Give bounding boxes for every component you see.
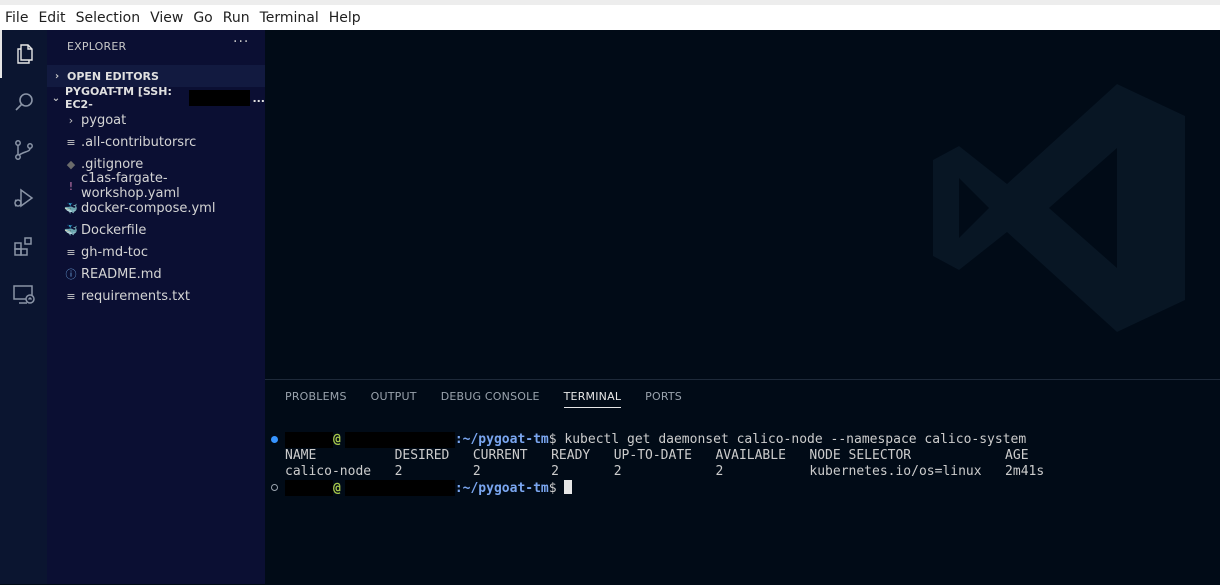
prompt-path: :~/pygoat-tm: [454, 432, 549, 447]
terminal-command-line: @ :~/pygoat-tm$ kubectl get daemonset cal…: [265, 432, 1220, 448]
tree-item-label: gh-md-toc: [81, 244, 148, 260]
tab-ports[interactable]: PORTS: [633, 380, 694, 412]
yaml-icon: !: [68, 179, 74, 193]
tab-problems[interactable]: PROBLEMS: [285, 380, 359, 412]
tree-item-label: README.md: [81, 266, 162, 282]
tree-item[interactable]: ! c1as-fargate-workshop.yaml: [47, 171, 265, 201]
source-control-button[interactable]: [0, 126, 47, 174]
tree-item-label: .all-contributorsrc: [81, 134, 197, 150]
terminal-output-header: NAME DESIRED CURRENT READY UP-TO-DATE AV…: [285, 448, 1029, 463]
menu-selection[interactable]: Selection: [71, 6, 146, 30]
workspace-section[interactable]: ⌄ PYGOAT-TM [SSH: EC2- ...: [47, 85, 265, 111]
bottom-panel: PROBLEMS OUTPUT DEBUG CONSOLE TERMINAL P…: [265, 379, 1220, 585]
run-debug-icon: [13, 188, 33, 208]
explorer-button[interactable]: [0, 30, 47, 78]
more-actions-button[interactable]: ···: [233, 34, 249, 50]
terminal-cursor: [564, 480, 573, 494]
workspace-label: PYGOAT-TM [SSH: EC2-: [64, 85, 172, 111]
git-icon: ◆: [66, 157, 76, 171]
menu-help[interactable]: Help: [324, 6, 366, 30]
tree-item-label: docker-compose.yml: [81, 200, 216, 216]
menu-edit[interactable]: Edit: [33, 6, 70, 30]
files-icon: [16, 44, 33, 64]
info-icon: ⓘ: [65, 268, 77, 281]
command-pending-dot: [271, 484, 278, 491]
workspace-more: ...: [252, 91, 265, 105]
terminal-output-row: calico-node 2 2 2 2 2 kubernetes.io/os=l…: [285, 464, 1045, 479]
tab-terminal-label: TERMINAL: [563, 390, 622, 408]
redacted-host: [344, 432, 455, 448]
prompt-symbol: $: [548, 432, 557, 447]
file-lines-icon: ≡: [66, 135, 76, 149]
tree-item-label: Dockerfile: [81, 222, 147, 238]
tab-terminal[interactable]: TERMINAL: [552, 380, 634, 412]
prompt-symbol: $: [548, 481, 557, 496]
docker-icon: 🐳: [64, 223, 78, 237]
menu-go[interactable]: Go: [188, 6, 217, 30]
activity-bar: [0, 30, 47, 584]
file-lines-icon: ≡: [66, 289, 76, 303]
panel-tabs: PROBLEMS OUTPUT DEBUG CONSOLE TERMINAL P…: [285, 380, 694, 412]
explorer-title: EXPLORER: [67, 40, 127, 53]
command-success-dot: [271, 436, 278, 443]
tree-item[interactable]: ≡ .all-contributorsrc: [47, 131, 265, 153]
file-lines-icon: ≡: [66, 245, 76, 259]
vscode-logo-watermark-icon: [933, 84, 1185, 332]
tree-item-label: requirements.txt: [81, 288, 191, 304]
tree-item-label: pygoat: [81, 112, 127, 128]
tree-item[interactable]: ⓘ README.md: [47, 263, 265, 285]
redacted-user: [285, 480, 333, 496]
terminal-output[interactable]: @:~/pygoat-tm$ kubectl get daemonset cal…: [265, 432, 1220, 496]
tab-debug-console[interactable]: DEBUG CONSOLE: [429, 380, 552, 412]
chevron-down-icon: ⌄: [51, 92, 61, 104]
tree-item-label: .gitignore: [81, 156, 144, 172]
docker-compose-icon: 🐳: [64, 201, 78, 215]
search-icon: [14, 93, 33, 111]
prompt-at: @: [333, 432, 341, 447]
redacted-host: [344, 480, 455, 496]
search-button[interactable]: [0, 78, 47, 126]
redacted-host: [189, 90, 251, 106]
open-editors-label: OPEN EDITORS: [67, 69, 159, 83]
menu-file[interactable]: File: [0, 6, 33, 30]
chevron-right-icon: ›: [54, 70, 60, 82]
menu-view[interactable]: View: [145, 6, 188, 30]
redacted-user: [285, 432, 333, 448]
extensions-icon: [13, 237, 32, 256]
remote-explorer-button[interactable]: [0, 270, 47, 318]
prompt-at: @: [333, 481, 341, 496]
editor-area: [265, 30, 1220, 379]
menu-terminal[interactable]: Terminal: [255, 6, 324, 30]
tree-item[interactable]: ≡ requirements.txt: [47, 285, 265, 307]
terminal-command: kubectl get daemonset calico-node --name…: [556, 432, 1027, 447]
remote-explorer-icon: [12, 285, 35, 304]
source-control-icon: [14, 140, 33, 160]
tree-item-label: c1as-fargate-workshop.yaml: [81, 171, 180, 201]
tree-item[interactable]: 🐳 Dockerfile: [47, 219, 265, 241]
terminal-prompt-line: @ :~/pygoat-tm$: [265, 480, 1220, 496]
tree-item[interactable]: › pygoat: [47, 109, 265, 131]
run-debug-button[interactable]: [0, 174, 47, 222]
tab-output[interactable]: OUTPUT: [359, 380, 429, 412]
explorer-sidebar: EXPLORER ··· › OPEN EDITORS ⌄ PYGOAT-TM …: [47, 30, 265, 584]
menu-run[interactable]: Run: [218, 6, 255, 30]
chevron-right-icon: ›: [68, 113, 74, 127]
tree-item[interactable]: ≡ gh-md-toc: [47, 241, 265, 263]
open-editors-section[interactable]: › OPEN EDITORS: [47, 65, 265, 87]
file-tree: › pygoat ≡ .all-contributorsrc ◆ .gitignore! c…: [47, 109, 265, 307]
extensions-button[interactable]: [0, 222, 47, 270]
prompt-path: :~/pygoat-tm: [454, 481, 549, 496]
menu-bar: File Edit Selection View Go Run Terminal…: [0, 0, 1220, 30]
